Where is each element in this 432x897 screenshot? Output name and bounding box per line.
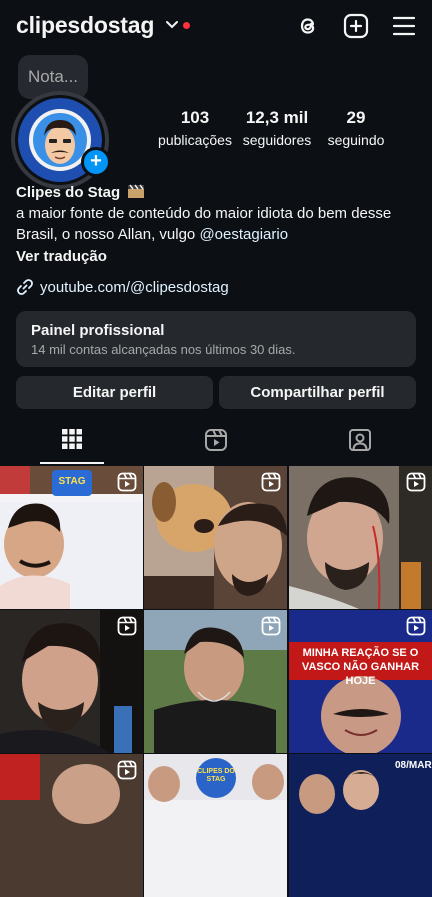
menu-icon[interactable] [390, 12, 418, 40]
stat-label: seguindo [327, 132, 385, 148]
reel-icon [117, 760, 137, 780]
notification-dot [183, 22, 190, 29]
top-bar: clipesdostag [0, 0, 432, 52]
followers-count[interactable]: 12,3 mil seguidores [238, 108, 316, 148]
post-thumbnail[interactable] [144, 466, 287, 609]
post-image [289, 754, 432, 897]
dashboard-title: Painel profissional [31, 322, 165, 339]
post-thumbnail[interactable]: CLIPES DO STAG [144, 754, 287, 897]
following-count[interactable]: 29 seguindo [320, 108, 392, 148]
profile-username[interactable]: clipesdostag [16, 12, 154, 39]
share-profile-button[interactable]: Compartilhar perfil [219, 376, 416, 409]
stat-label: seguidores [242, 132, 312, 148]
link-text: youtube.com/@clipesdostag [40, 278, 229, 296]
stat-label: publicações [158, 132, 232, 148]
add-post-icon[interactable] [342, 12, 370, 40]
posts-count[interactable]: 103 publicações [158, 108, 232, 148]
stat-value: 103 [180, 108, 210, 127]
tab-reels[interactable] [144, 428, 288, 462]
reel-icon [406, 616, 426, 636]
tagged-icon [349, 429, 371, 451]
post-thumbnail[interactable]: MINHA REAÇÃO SE O VASCO NÃO GANHAR HOJE [289, 610, 432, 753]
tab-grid[interactable] [0, 428, 144, 462]
grid-icon [62, 429, 82, 449]
chevron-down-icon[interactable] [166, 20, 178, 30]
display-name: Clipes do Stag [16, 184, 121, 201]
post-thumbnail[interactable] [144, 610, 287, 753]
post-caption: MINHA REAÇÃO SE O VASCO NÃO GANHAR HOJE [301, 647, 420, 687]
post-thumbnail[interactable]: 08/MAR [289, 754, 432, 897]
dashboard-subtitle: 14 mil contas alcançadas nos últimos 30 … [31, 342, 296, 357]
tab-tagged[interactable] [288, 428, 432, 462]
profile-bio: Clipes do Stag a maior fonte de conteúdo… [16, 182, 416, 267]
post-caption: 08/MAR [395, 760, 432, 771]
post-thumbnail[interactable]: STAG [0, 466, 143, 609]
link-icon [17, 279, 33, 295]
reels-icon [205, 429, 227, 451]
stat-value: 12,3 mil [245, 108, 309, 127]
post-thumbnail[interactable] [289, 466, 432, 609]
clapperboard-icon [128, 184, 145, 198]
threads-icon[interactable] [294, 12, 322, 40]
post-caption: STAG [58, 476, 86, 487]
see-translation-link[interactable]: Ver tradução [16, 246, 416, 267]
add-story-button[interactable]: + [81, 147, 111, 177]
profile-link[interactable]: youtube.com/@clipesdostag [16, 278, 229, 296]
post-thumbnail[interactable] [0, 610, 143, 753]
reel-icon [406, 472, 426, 492]
reel-icon [261, 616, 281, 636]
stat-value: 29 [346, 108, 366, 127]
reel-icon [117, 616, 137, 636]
post-thumbnail[interactable] [0, 754, 143, 897]
bio-mention-link[interactable]: @oestagiario [199, 226, 288, 243]
reel-icon [117, 472, 137, 492]
reel-icon [261, 472, 281, 492]
professional-dashboard[interactable]: Painel profissional 14 mil contas alcanç… [16, 311, 416, 367]
edit-profile-button[interactable]: Editar perfil [16, 376, 213, 409]
post-caption: CLIPES DO STAG [197, 768, 235, 783]
active-tab-indicator [40, 462, 104, 464]
note-placeholder: Nota... [27, 67, 79, 86]
